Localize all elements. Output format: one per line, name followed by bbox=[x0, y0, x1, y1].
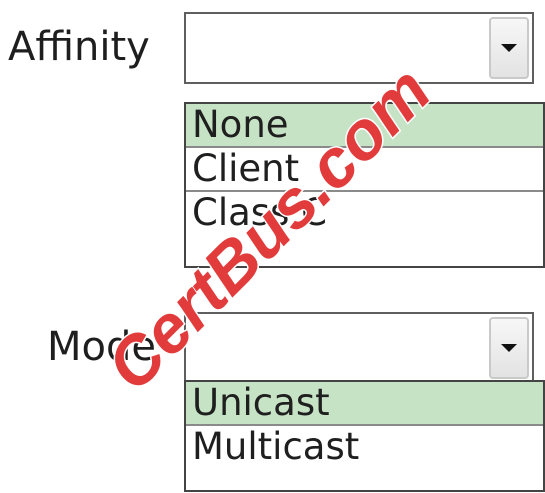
affinity-dropdown-button[interactable] bbox=[489, 17, 529, 79]
affinity-option-client[interactable]: Client bbox=[186, 148, 543, 192]
chevron-down-icon bbox=[501, 344, 517, 352]
affinity-dropdown[interactable] bbox=[184, 12, 534, 84]
chevron-down-icon bbox=[501, 44, 517, 52]
mode-dropdown[interactable] bbox=[184, 312, 534, 384]
mode-label: Mode bbox=[47, 324, 156, 370]
affinity-option-none[interactable]: None bbox=[186, 104, 543, 148]
network-load-balancing-settings: Affinity None Client Class C Mode Unicas… bbox=[0, 0, 545, 493]
mode-dropdown-button[interactable] bbox=[489, 317, 529, 379]
affinity-label: Affinity bbox=[8, 24, 150, 70]
mode-option-unicast[interactable]: Unicast bbox=[186, 382, 543, 426]
mode-option-multicast[interactable]: Multicast bbox=[186, 426, 543, 470]
affinity-options-list: None Client Class C bbox=[184, 102, 545, 268]
affinity-option-class-c[interactable]: Class C bbox=[186, 192, 543, 236]
mode-options-list: Unicast Multicast bbox=[184, 380, 545, 492]
